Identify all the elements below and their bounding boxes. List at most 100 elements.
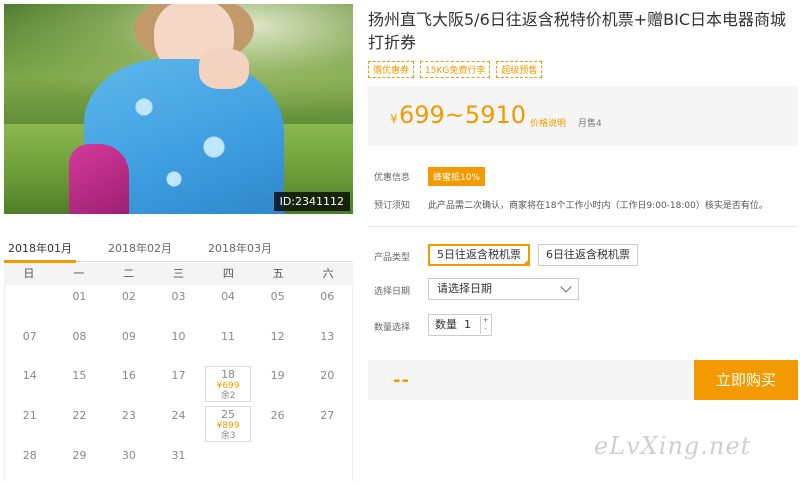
calendar-day-number: 31: [171, 449, 186, 462]
product-type-label: 产品类型: [374, 253, 411, 263]
calendar-day[interactable]: 18 ¥699 余2: [205, 366, 251, 402]
calendar-day[interactable]: 26: [253, 404, 303, 444]
calendar-day[interactable]: 30: [104, 444, 154, 484]
quantity-stepper[interactable]: 数量 1 + -: [428, 314, 492, 336]
calendar-day[interactable]: 06: [302, 285, 352, 325]
calendar-day-number: 21: [22, 409, 37, 422]
date-select-value: 请选择日期: [437, 282, 492, 295]
notice-label: 预订须知: [374, 201, 411, 211]
weekday-sat: 六: [322, 267, 334, 280]
calendar-day-number: 14: [22, 369, 37, 382]
calendar-day-number: 10: [171, 329, 186, 343]
calendar-day-number: 25: [221, 408, 236, 421]
photo-id-label: ID:2341112: [273, 192, 350, 211]
calendar-day[interactable]: 23: [104, 404, 154, 444]
weekday-sun: 日: [23, 267, 35, 280]
calendar-empty-cell: [5, 285, 55, 325]
quantity-prefix: 数量: [435, 318, 457, 331]
calendar-day[interactable]: 10: [154, 325, 204, 365]
total-price: --: [393, 370, 410, 391]
price-range: 699~5910: [399, 101, 526, 129]
calendar-body: 01 02 03 04 05 06 07 08 09 10 11 12 13 14 15 16 17 18 ¥699…: [4, 285, 353, 481]
calendar-day[interactable]: 28: [5, 444, 55, 484]
photo-hands: [199, 49, 249, 89]
date-select[interactable]: 请选择日期: [428, 278, 579, 300]
calendar-day[interactable]: 09: [104, 325, 154, 365]
calendar-day[interactable]: 15: [55, 364, 105, 404]
calendar-day[interactable]: 01: [55, 285, 105, 325]
calendar-day-number: 11: [221, 329, 236, 343]
calendar-day[interactable]: 03: [154, 285, 204, 325]
discount-badge: 蜂蜜抵10%: [428, 167, 486, 186]
calendar-day-number: 22: [72, 409, 87, 422]
product-title: 扬州直飞大阪5/6日往返含税特价机票+赠BIC日本电器商城打折券: [368, 10, 787, 52]
calendar-day-number: 08: [72, 329, 87, 343]
discount-label: 优惠信息: [374, 173, 411, 183]
calendar-day-price: ¥699: [216, 381, 240, 391]
calendar-day[interactable]: 22: [55, 404, 105, 444]
decrement-button[interactable]: -: [481, 325, 490, 334]
option-5day-ticket[interactable]: 5日往返含税机票: [428, 244, 530, 266]
calendar-day-number: 07: [22, 329, 37, 343]
tag-coupon: 赠优惠券: [368, 61, 415, 78]
increment-button[interactable]: +: [481, 316, 490, 325]
tab-2018-02[interactable]: 2018年02月: [108, 240, 172, 256]
chevron-down-icon: [560, 281, 572, 293]
calendar-day[interactable]: 02: [104, 285, 154, 325]
calendar-day-remaining: 余2: [220, 391, 236, 401]
calendar-day-remaining: 余3: [220, 431, 236, 441]
calendar-day[interactable]: 25 ¥899 余3: [205, 406, 251, 442]
product-photo: ID:2341112: [4, 4, 353, 214]
calendar-day[interactable]: 04: [203, 285, 253, 325]
calendar-day-number: 24: [171, 409, 186, 422]
calendar-day[interactable]: 05: [253, 285, 303, 325]
calendar-month-tabs: 2018年01月 2018年02月 2018年03月: [4, 238, 353, 262]
calendar-day[interactable]: 17: [154, 364, 204, 404]
price-explanation-link[interactable]: 价格说明: [530, 116, 566, 129]
calendar-day-number: 17: [171, 369, 186, 382]
calendar-day[interactable]: 19: [253, 364, 303, 404]
calendar-day-price: ¥899: [216, 421, 240, 431]
tab-2018-03[interactable]: 2018年03月: [208, 240, 272, 256]
price-box: ¥ 699~5910 价格说明 月售4: [368, 86, 798, 146]
monthly-sales: 月售4: [578, 119, 602, 129]
calendar-day-number: 28: [22, 449, 37, 462]
calendar-day[interactable]: 29: [55, 444, 105, 484]
calendar-day-number: 01: [72, 290, 87, 303]
calendar-day[interactable]: 27: [302, 404, 352, 444]
calendar-day-number: 09: [121, 329, 136, 343]
calendar-day-number: 27: [320, 409, 335, 422]
buy-now-button[interactable]: 立即购买: [694, 360, 798, 400]
calendar-day[interactable]: 13: [302, 325, 352, 365]
calendar-day[interactable]: 08: [55, 325, 105, 365]
date-label: 选择日期: [374, 287, 411, 297]
calendar-day[interactable]: 16: [104, 364, 154, 404]
divider: [368, 226, 798, 227]
calendar-day-number: 03: [171, 290, 186, 303]
notice-text: 此产品需二次确认，商家将在18个工作小时内（工作日9:00-18:00）核实是否…: [428, 201, 768, 211]
weekday-wed: 三: [173, 267, 184, 280]
option-6day-ticket[interactable]: 6日往返含税机票: [538, 244, 638, 266]
tag-luggage: 15KG免费行李: [420, 61, 491, 78]
product-tags: 赠优惠券 15KG免费行李 超级预售: [368, 61, 543, 78]
weekday-mon: 一: [73, 267, 85, 280]
calendar-day[interactable]: 21: [5, 404, 55, 444]
quantity-buttons: + -: [480, 316, 490, 334]
calendar-day[interactable]: 11: [203, 325, 253, 365]
watermark-logo: eLvXing.net: [594, 432, 752, 460]
tab-2018-01[interactable]: 2018年01月: [8, 240, 72, 256]
calendar-day-number: 23: [121, 409, 136, 422]
calendar-day-number: 13: [320, 329, 335, 343]
calendar-day[interactable]: 20: [302, 364, 352, 404]
calendar-day[interactable]: 07: [5, 325, 55, 365]
quantity-value[interactable]: 1: [464, 315, 471, 335]
price-currency: ¥: [390, 112, 398, 126]
calendar-weekday-header: 日 一 二 三 四 五 六: [4, 263, 353, 285]
tag-presale: 超级预售: [496, 61, 543, 78]
weekday-thu: 四: [222, 267, 234, 280]
weekday-fri: 五: [272, 267, 284, 280]
calendar-day[interactable]: 24: [154, 404, 204, 444]
calendar-day[interactable]: 14: [5, 364, 55, 404]
calendar-day[interactable]: 31: [154, 444, 204, 484]
calendar-day[interactable]: 12: [253, 325, 303, 365]
